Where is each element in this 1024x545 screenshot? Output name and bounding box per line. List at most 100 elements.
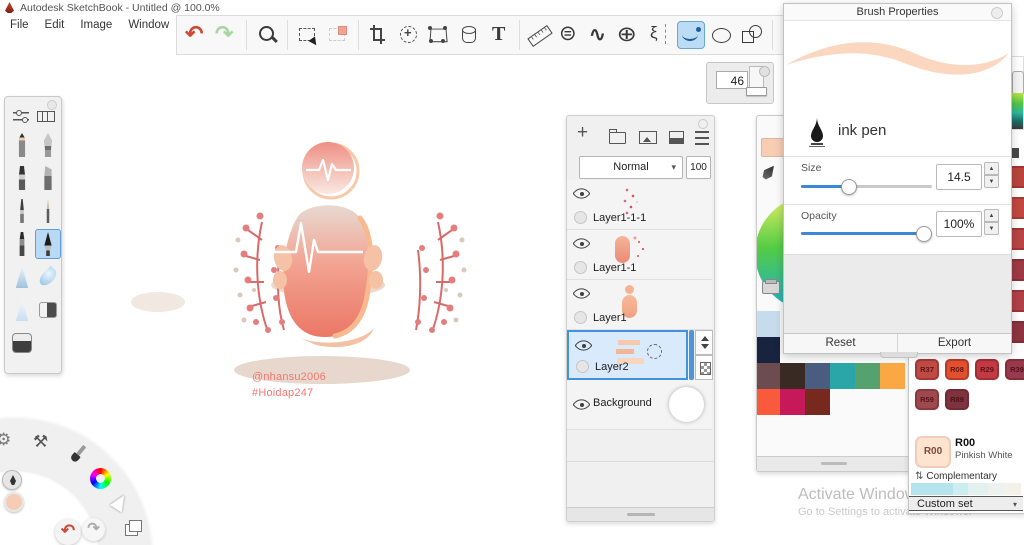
layer-lock-transparency-button[interactable] bbox=[695, 355, 713, 380]
color-wheel-icon[interactable] bbox=[90, 468, 111, 489]
redo-arrow-icon[interactable] bbox=[213, 21, 239, 48]
menu-edit[interactable]: Edit bbox=[37, 18, 73, 34]
reset-button[interactable]: Reset bbox=[784, 334, 898, 353]
perspective-guide-icon[interactable] bbox=[617, 22, 643, 48]
layer-visibility-icon[interactable] bbox=[574, 397, 590, 411]
undo-button[interactable]: ↶ bbox=[55, 519, 81, 545]
opacity-value-field[interactable]: 100% bbox=[936, 211, 982, 237]
layer-row-background[interactable]: Background bbox=[567, 380, 712, 430]
shapes-icon[interactable] bbox=[739, 22, 765, 48]
size-stepper[interactable]: ▲ ▼ bbox=[984, 162, 999, 190]
color-picker-pen-icon[interactable] bbox=[760, 163, 778, 182]
hue-slider-handle[interactable] bbox=[1012, 71, 1024, 95]
airbrush-brush[interactable] bbox=[10, 164, 34, 192]
text-tool-icon[interactable] bbox=[486, 22, 512, 48]
brush-properties-close-icon[interactable] bbox=[991, 7, 1003, 19]
gear-icon[interactable]: ⚙ bbox=[0, 430, 11, 450]
ellipse-shape-icon[interactable] bbox=[709, 22, 735, 48]
palette-swatch[interactable] bbox=[757, 389, 780, 415]
fill-bucket-icon[interactable] bbox=[456, 22, 482, 48]
menu-file[interactable]: File bbox=[2, 18, 37, 34]
undo-arrow-icon[interactable] bbox=[183, 21, 209, 48]
layer-radio[interactable] bbox=[576, 360, 589, 373]
palette-swatch[interactable] bbox=[830, 363, 855, 389]
hue-slider[interactable] bbox=[1010, 56, 1024, 130]
liner-brush[interactable] bbox=[36, 197, 60, 225]
palette-swatch[interactable] bbox=[805, 389, 830, 415]
layer-opacity-field[interactable]: 100 bbox=[686, 156, 711, 179]
layer-radio[interactable] bbox=[574, 261, 587, 274]
opacity-slider[interactable] bbox=[801, 226, 932, 242]
export-button[interactable]: Export bbox=[898, 334, 1011, 353]
blend-mode-select[interactable]: Normal ▾ bbox=[579, 156, 683, 179]
size-value-field[interactable]: 14.5 bbox=[936, 164, 982, 190]
palette-swatch[interactable] bbox=[855, 363, 880, 389]
palette-swatch[interactable] bbox=[880, 363, 905, 389]
opacity-slider-thumb[interactable] bbox=[916, 226, 932, 242]
pencil-brush[interactable] bbox=[10, 131, 34, 159]
add-image-icon[interactable] bbox=[639, 131, 657, 144]
round-brush-brush[interactable] bbox=[36, 131, 60, 159]
magnifier-icon[interactable] bbox=[254, 22, 280, 48]
layer-visibility-icon[interactable] bbox=[574, 186, 590, 200]
puck-close-icon[interactable] bbox=[759, 66, 770, 77]
brush-properties-resize-handle[interactable] bbox=[879, 352, 918, 358]
layer-style-icon[interactable] bbox=[669, 131, 684, 144]
menu-window[interactable]: Window bbox=[120, 18, 177, 34]
stepper-down-icon[interactable]: ▼ bbox=[984, 222, 999, 235]
opacity-stepper[interactable]: ▲ ▼ bbox=[984, 209, 999, 237]
marker-brush[interactable] bbox=[10, 230, 34, 258]
french-curve-icon[interactable] bbox=[587, 22, 613, 48]
palette-swatch[interactable] bbox=[757, 337, 780, 363]
brush-puck[interactable] bbox=[2, 470, 22, 490]
copic-swatch-r29[interactable]: R29 bbox=[975, 359, 999, 380]
layer-row-layer1-1[interactable]: Layer1-1 bbox=[567, 230, 712, 280]
brush-size-field[interactable]: 46 bbox=[716, 71, 748, 89]
stepper-down-icon[interactable]: ▼ bbox=[984, 175, 999, 188]
size-slider-thumb[interactable] bbox=[841, 179, 857, 195]
ballpoint-brush[interactable] bbox=[10, 197, 34, 225]
crop-icon[interactable] bbox=[366, 22, 392, 48]
palette-swatch[interactable] bbox=[757, 311, 780, 337]
add-layer-icon[interactable]: + bbox=[577, 122, 588, 144]
brush-library-icon[interactable] bbox=[37, 111, 55, 122]
layer-group-icon[interactable] bbox=[609, 129, 626, 144]
layers-resize-handle[interactable] bbox=[567, 507, 714, 521]
ink-pen-brush[interactable] bbox=[35, 229, 61, 259]
selection-icon[interactable] bbox=[295, 22, 321, 48]
nudge-move-icon[interactable] bbox=[396, 22, 422, 48]
stepper-up-icon[interactable]: ▲ bbox=[984, 162, 999, 175]
layer-radio[interactable] bbox=[574, 211, 587, 224]
brush-row[interactable]: ink pen bbox=[784, 109, 1011, 157]
layer-visibility-icon[interactable] bbox=[574, 236, 590, 250]
menu-image[interactable]: Image bbox=[72, 18, 120, 34]
brush-size-slider-thumb[interactable] bbox=[746, 87, 767, 96]
distort-transform-icon[interactable] bbox=[426, 22, 452, 48]
layer-reorder-button[interactable] bbox=[695, 330, 713, 355]
layer-visibility-icon[interactable] bbox=[574, 286, 590, 300]
selected-copic-swatch[interactable]: R00 bbox=[915, 436, 951, 468]
complementary-toggle[interactable]: ⇅ Complementary bbox=[915, 471, 997, 482]
chisel-marker-brush[interactable] bbox=[36, 164, 60, 192]
palette-options-icon[interactable] bbox=[762, 279, 780, 294]
redo-button[interactable]: ↷ bbox=[82, 518, 105, 541]
ruler-icon[interactable] bbox=[527, 22, 553, 48]
color-editor-resize-handle[interactable] bbox=[757, 456, 911, 471]
color-puck[interactable] bbox=[4, 492, 24, 512]
copic-swatch-r39[interactable]: R39 bbox=[1005, 359, 1024, 380]
ellipse-guide-icon[interactable] bbox=[557, 21, 583, 48]
layers-icon[interactable] bbox=[125, 520, 142, 536]
layer-visibility-icon[interactable] bbox=[576, 338, 592, 352]
palette-swatch[interactable] bbox=[805, 363, 830, 389]
water-blend-brush[interactable] bbox=[36, 263, 60, 291]
layer-row-layer2[interactable]: Layer2 bbox=[567, 330, 688, 380]
size-slider[interactable] bbox=[801, 179, 932, 195]
steady-stroke-icon[interactable] bbox=[677, 21, 705, 49]
palette-swatch[interactable] bbox=[757, 363, 780, 389]
symmetry-icon[interactable] bbox=[647, 22, 673, 48]
eraser-soft-brush[interactable] bbox=[10, 329, 34, 357]
layer-row-layer1-1-1[interactable]: Layer1-1-1 bbox=[567, 180, 712, 230]
layers-close-icon[interactable] bbox=[698, 119, 708, 129]
palette-swatch[interactable] bbox=[780, 363, 805, 389]
layer-row-layer1[interactable]: Layer1 bbox=[567, 280, 712, 330]
